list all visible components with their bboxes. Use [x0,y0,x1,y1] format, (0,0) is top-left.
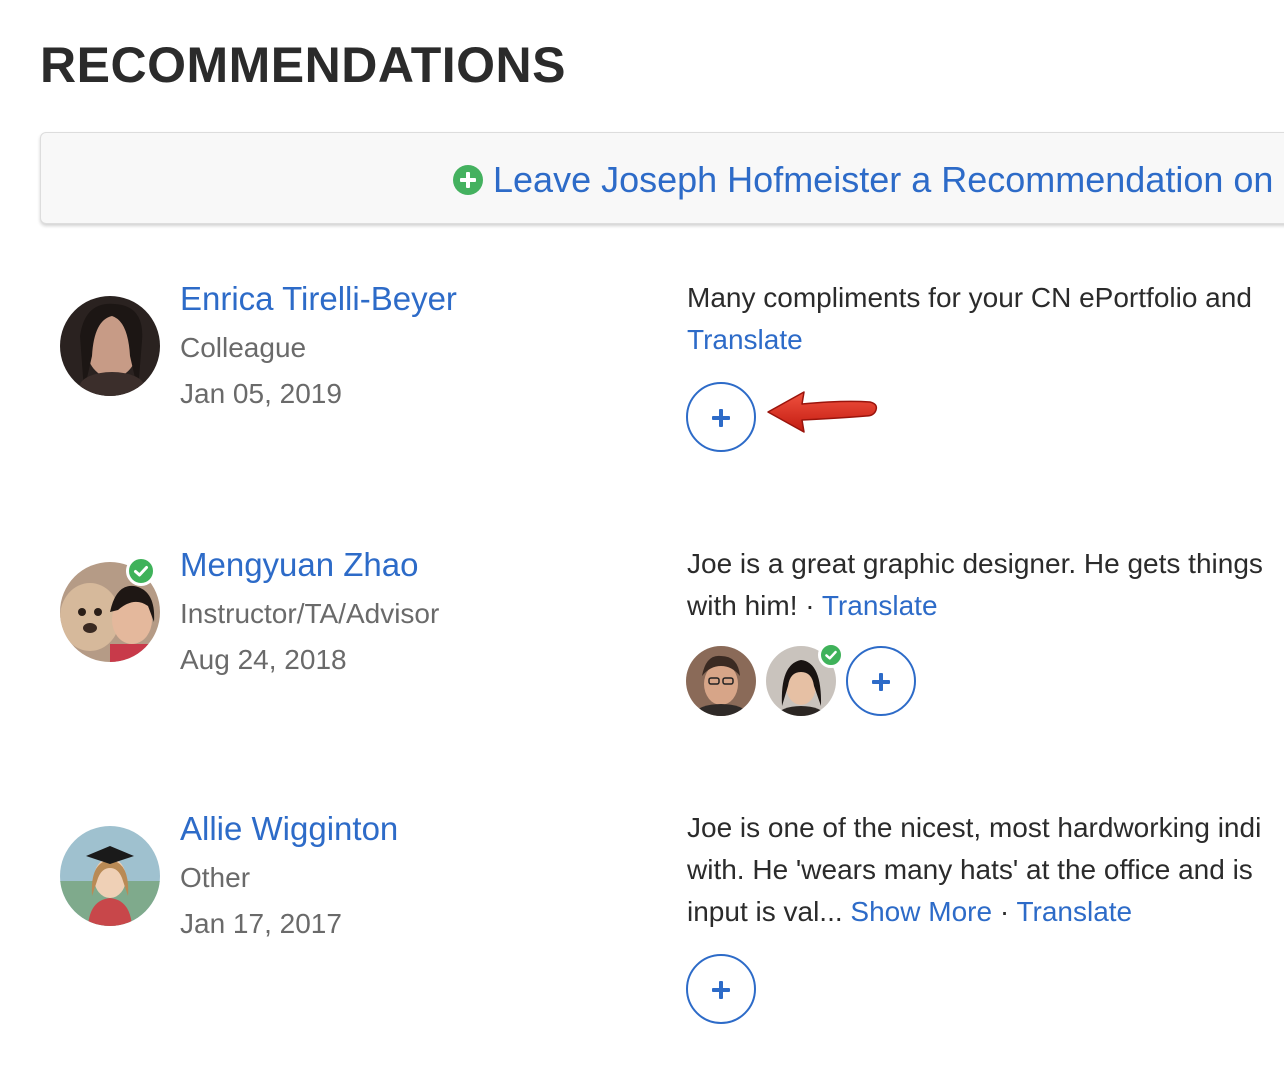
recommender-name[interactable]: Mengyuan Zhao [180,546,419,584]
recommendation-text: Many compliments for your CN ePortfolio … [687,277,1284,361]
endorse-plus-button[interactable] [686,954,756,1024]
recommendation-line: with. He 'wears many hats' at the office… [687,854,1253,885]
recommendation-item: Enrica Tirelli-Beyer Colleague Jan 05, 2… [0,280,1284,556]
recommendation-text: Joe is one of the nicest, most hardworki… [687,807,1284,933]
recommendation-date: Jan 05, 2019 [180,378,342,409]
verified-check-icon [126,556,156,586]
recommendation-item: Mengyuan Zhao Instructor/TA/Advisor Aug … [0,546,1284,822]
separator-dot: · [999,896,1010,927]
separator-dot: · [805,590,815,621]
translate-link[interactable]: Translate [687,324,803,355]
recommender-relationship: Other [180,862,251,893]
recommender-name[interactable]: Enrica Tirelli-Beyer [180,280,457,318]
endorse-plus-button[interactable] [686,382,756,452]
recommendation-line: with him! [687,590,798,621]
avatar-photo-icon [60,296,160,396]
translate-link[interactable]: Translate [822,590,938,621]
recommendation-date: Aug 24, 2018 [180,644,347,675]
recommendation-text: Joe is a great graphic designer. He gets… [687,543,1284,627]
recommendation-date: Jan 17, 2017 [180,908,342,939]
annotation-arrow-icon [767,391,878,433]
endorser-avatar[interactable] [686,646,756,716]
recommender-name[interactable]: Allie Wigginton [180,810,398,848]
avatar-photo-icon [60,826,160,926]
avatar[interactable] [60,826,160,926]
recommender-relationship: Colleague [180,332,307,363]
show-more-link[interactable]: Show More [850,896,992,927]
endorser-photo-icon [686,646,756,716]
recommendation-line: Many compliments for your CN ePortfolio … [687,282,1252,313]
verified-check-icon [818,642,844,668]
leave-recommendation-button[interactable]: Leave Joseph Hofmeister a Recommendation… [40,132,1284,224]
leave-recommendation-label[interactable]: Leave Joseph Hofmeister a Recommendation… [493,159,1273,201]
translate-link[interactable]: Translate [1016,896,1132,927]
recommendation-line: input is val... [687,896,843,927]
recommendation-line: Joe is one of the nicest, most hardworki… [687,812,1262,843]
recommender-relationship: Instructor/TA/Advisor [180,598,440,629]
avatar[interactable] [60,296,160,396]
recommendation-item: Allie Wigginton Other Jan 17, 2017 Joe i… [0,810,1284,1086]
recommendation-line: Joe is a great graphic designer. He gets… [687,548,1263,579]
page-title: RECOMMENDATIONS [40,37,567,93]
plus-circle-icon [453,165,483,195]
endorse-plus-button[interactable] [846,646,916,716]
